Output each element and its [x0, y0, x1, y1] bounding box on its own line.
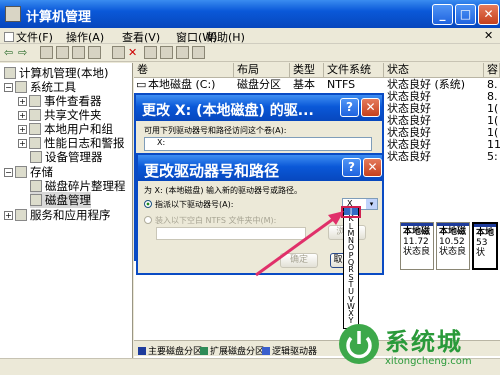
- disk-partition[interactable]: 本地磁 10.52 状态良: [436, 222, 470, 270]
- table-row[interactable]: ▭ 本地磁盘 (C:) 磁盘分区 基本 NTFS 状态良好 (系统) 8.: [134, 79, 500, 91]
- menu-help[interactable]: 帮助(H): [206, 29, 245, 45]
- properties-icon[interactable]: [72, 46, 85, 59]
- refresh-icon[interactable]: [112, 46, 125, 59]
- help-icon[interactable]: [88, 46, 101, 59]
- col-type[interactable]: 类型: [290, 63, 324, 78]
- maximize-button[interactable]: □: [455, 4, 476, 25]
- disk-management-icon: [30, 194, 42, 206]
- users-icon: [29, 123, 41, 135]
- legend-logical: 逻辑驱动器: [262, 344, 317, 357]
- watermark-url: xitongcheng.com: [385, 356, 472, 367]
- drive-icon: ▭: [136, 78, 147, 91]
- annotation-arrow-icon: [255, 211, 344, 277]
- find-icon[interactable]: [176, 46, 189, 59]
- disk-partition[interactable]: 本地磁 11.72 状态良: [400, 222, 434, 270]
- disk-partition-selected[interactable]: 本地 53 状: [472, 222, 498, 270]
- up-folder-icon[interactable]: [40, 46, 53, 59]
- minimize-button[interactable]: _: [432, 4, 453, 25]
- col-capacity[interactable]: 容: [484, 63, 500, 78]
- perf-logs-icon: [29, 137, 41, 149]
- device-manager-icon: [30, 151, 42, 163]
- computer-icon: [4, 67, 16, 79]
- event-viewer-icon: [29, 95, 41, 107]
- window-title: 计算机管理: [26, 10, 92, 25]
- toolbar: ⇦ ⇨ ✕: [0, 44, 500, 62]
- storage-icon: [15, 166, 27, 178]
- child-close-icon[interactable]: ✕: [484, 29, 493, 42]
- col-status[interactable]: 状态: [384, 63, 484, 78]
- col-layout[interactable]: 布局: [234, 63, 290, 78]
- shared-folder-icon: [29, 109, 41, 121]
- defrag-icon: [30, 180, 42, 192]
- legend-extended: 扩展磁盘分区: [200, 344, 264, 357]
- front-dialog-desc: 为 X: (本地磁盘) 输入新的驱动器号或路径。: [144, 186, 303, 195]
- title-bar: 计算机管理 _ □ ✕: [0, 0, 500, 28]
- watermark-brand: 系统城: [385, 328, 463, 356]
- back-dialog-text: 可用下列驱动器号和路径访问这个卷(A):: [144, 126, 287, 135]
- back-dialog-help-button[interactable]: ?: [340, 98, 359, 117]
- column-header: 卷 布局 类型 文件系统 状态 容: [134, 63, 500, 78]
- extended-swatch-icon: [200, 347, 208, 355]
- copy-icon[interactable]: [144, 46, 157, 59]
- tree-device-manager[interactable]: 设备管理器: [30, 149, 103, 165]
- front-dialog-help-button[interactable]: ?: [342, 158, 361, 177]
- menu-bar: 文件(F) 操作(A) 查看(V) 窗口(W) 帮助(H) ✕: [0, 28, 500, 44]
- close-button[interactable]: ✕: [478, 4, 499, 25]
- open-icon[interactable]: [160, 46, 173, 59]
- col-volume[interactable]: 卷: [134, 63, 234, 78]
- legend-primary: 主要磁盘分区: [138, 344, 202, 357]
- tools-icon: [15, 81, 27, 93]
- delete-icon[interactable]: ✕: [128, 46, 141, 59]
- services-icon: [15, 209, 27, 221]
- forward-icon[interactable]: ⇨: [18, 46, 31, 59]
- settings-icon[interactable]: [192, 46, 205, 59]
- drive-path-list[interactable]: X:: [144, 137, 372, 151]
- show-tree-icon[interactable]: [56, 46, 69, 59]
- menu-view[interactable]: 查看(V): [122, 29, 160, 45]
- tree-services[interactable]: + 服务和应用程序: [4, 207, 111, 223]
- radio-selected-icon: [144, 200, 152, 208]
- col-filesystem[interactable]: 文件系统: [324, 63, 384, 78]
- power-logo-icon: [339, 324, 379, 364]
- radio-icon: [144, 216, 152, 224]
- menu-action[interactable]: 操作(A): [66, 29, 104, 45]
- primary-swatch-icon: [138, 347, 146, 355]
- watermark: 系统城 xitongcheng.com: [335, 318, 500, 375]
- front-dialog-close-button[interactable]: ✕: [363, 158, 382, 177]
- menu-file[interactable]: 文件(F): [4, 29, 53, 45]
- tree-disk-management[interactable]: 磁盘管理: [30, 192, 91, 208]
- logical-swatch-icon: [262, 347, 270, 355]
- console-tree: 计算机管理(本地) − 系统工具 + 事件查看器 + 共享文件夹 + 本地用户和组 + 性…: [0, 63, 133, 375]
- computer-management-icon: [5, 6, 21, 22]
- file-icon: [4, 32, 14, 42]
- back-icon[interactable]: ⇦: [4, 46, 17, 59]
- chevron-down-icon[interactable]: ▾: [366, 199, 377, 209]
- assign-letter-option[interactable]: 指派以下驱动器号(A):: [144, 199, 233, 210]
- back-dialog-close-button[interactable]: ✕: [361, 98, 380, 117]
